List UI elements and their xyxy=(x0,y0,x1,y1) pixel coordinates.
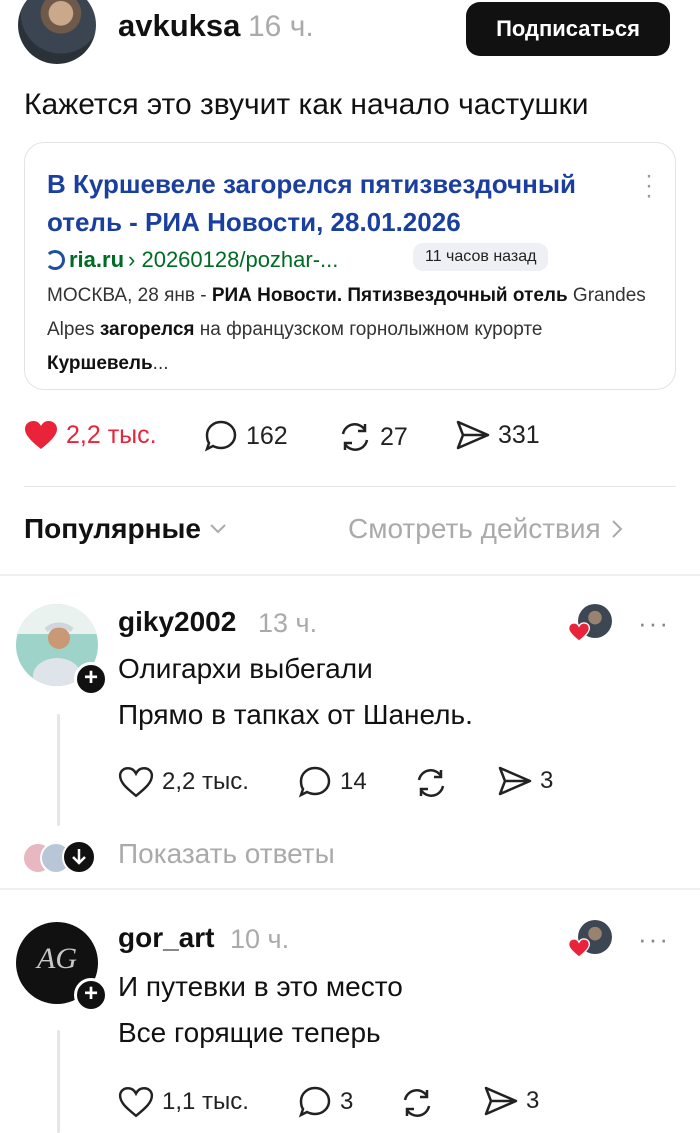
post-text: Кажется это звучит как начало частушки xyxy=(24,88,589,121)
chevron-down-icon xyxy=(210,524,226,534)
divider xyxy=(24,486,676,487)
comment-reply-button[interactable]: 14 xyxy=(298,766,367,798)
comment-like-button[interactable]: 1,1 тыс. xyxy=(118,1086,249,1118)
repost-icon xyxy=(403,1089,431,1117)
comment-line: И путевки в это место xyxy=(118,971,403,1002)
view-actions-link[interactable]: Смотреть действия xyxy=(348,513,623,545)
comment-like-count: 2,2 тыс. xyxy=(162,768,249,795)
comment-reply-count: 3 xyxy=(340,1088,354,1115)
comment-like-button[interactable]: 2,2 тыс. xyxy=(118,766,249,798)
heart-outline-icon xyxy=(118,1087,154,1118)
comment-share-button[interactable]: 3 xyxy=(484,1086,539,1116)
comment-share-count: 3 xyxy=(526,1087,540,1114)
follow-plus-icon[interactable]: + xyxy=(74,978,108,1012)
post-repost-count: 27 xyxy=(380,422,408,451)
comment-line: Все горящие теперь xyxy=(118,1017,381,1048)
thread-line xyxy=(57,1030,60,1133)
link-card-domain: ria.ru xyxy=(69,247,125,272)
comment-username[interactable]: gor_art xyxy=(118,922,214,954)
link-card-snippet: МОСКВА, 28 янв - РИА Новости. Пятизвездо… xyxy=(47,285,646,374)
link-preview-card[interactable]: В Куршевеле загорелся пятизвездочный оте… xyxy=(24,142,676,390)
comment-reply-button[interactable]: 3 xyxy=(298,1086,353,1118)
link-card-title[interactable]: В Куршевеле загорелся пятизвездочный оте… xyxy=(47,165,627,241)
repost-icon xyxy=(417,769,445,797)
comment-more-icon[interactable]: ··· xyxy=(638,608,670,639)
comment-time: 10 ч. xyxy=(230,924,290,954)
post-comment-count: 162 xyxy=(246,421,288,450)
comment-bubble-icon xyxy=(204,420,237,452)
post-comment-button[interactable]: 162 xyxy=(204,420,288,452)
post-like-count: 2,2 тыс. xyxy=(66,420,157,449)
show-replies-link[interactable]: Показать ответы xyxy=(118,838,335,870)
comment-repost-button[interactable] xyxy=(400,1086,434,1120)
thread-line xyxy=(57,714,60,826)
comment-reply-count: 14 xyxy=(340,768,367,795)
comment-share-count: 3 xyxy=(540,767,554,794)
post-author-avatar[interactable] xyxy=(18,0,96,64)
author-liked-badge xyxy=(568,604,614,644)
card-more-icon[interactable]: · · · xyxy=(645,164,653,208)
comment-username[interactable]: giky2002 xyxy=(118,606,236,638)
comment-bubble-icon xyxy=(298,766,331,798)
arrow-down-icon xyxy=(62,840,96,874)
divider xyxy=(0,888,700,890)
ria-logo-icon xyxy=(45,250,65,270)
follow-plus-icon[interactable]: + xyxy=(74,662,108,696)
sort-popular-dropdown[interactable]: Популярные xyxy=(24,513,227,545)
comment-share-button[interactable]: 3 xyxy=(498,766,553,796)
share-send-icon xyxy=(498,766,532,796)
post-like-button[interactable]: 2,2 тыс. xyxy=(24,420,157,450)
post-repost-button[interactable]: 27 xyxy=(338,420,408,454)
subscribe-button[interactable]: Подписаться xyxy=(466,2,670,56)
view-actions-label: Смотреть действия xyxy=(348,513,601,544)
comment-line: Олигархи выбегали xyxy=(118,653,373,684)
comment-bubble-icon xyxy=(298,1086,331,1118)
post-time: 16 ч. xyxy=(248,10,314,43)
post-share-button[interactable]: 331 xyxy=(456,420,540,450)
author-liked-badge xyxy=(568,920,614,960)
comment-line: Прямо в тапках от Шанель. xyxy=(118,699,473,730)
heart-filled-icon xyxy=(568,938,590,958)
comment-time: 13 ч. xyxy=(258,608,318,638)
post-author-username[interactable]: avkuksa xyxy=(118,8,240,44)
comment-repost-button[interactable] xyxy=(414,766,448,800)
link-card-path: › 20260128/pozhar-... xyxy=(128,247,339,272)
heart-filled-icon xyxy=(568,622,590,642)
heart-filled-icon xyxy=(25,421,57,449)
comment-like-count: 1,1 тыс. xyxy=(162,1088,249,1115)
share-send-icon xyxy=(484,1086,518,1116)
avatar-logo: AG xyxy=(37,942,77,975)
chevron-right-icon xyxy=(612,520,623,538)
post-share-count: 331 xyxy=(498,420,540,449)
replies-avatars[interactable] xyxy=(22,838,98,874)
link-card-time-badge: 11 часов назад xyxy=(413,243,549,271)
link-card-source[interactable]: ria.ru › 20260128/pozhar-... xyxy=(45,247,338,273)
share-send-icon xyxy=(456,420,490,450)
divider xyxy=(0,574,700,576)
repost-icon xyxy=(341,423,369,451)
heart-outline-icon xyxy=(118,767,154,798)
sort-popular-label: Популярные xyxy=(24,513,201,544)
comment-more-icon[interactable]: ··· xyxy=(638,924,670,955)
